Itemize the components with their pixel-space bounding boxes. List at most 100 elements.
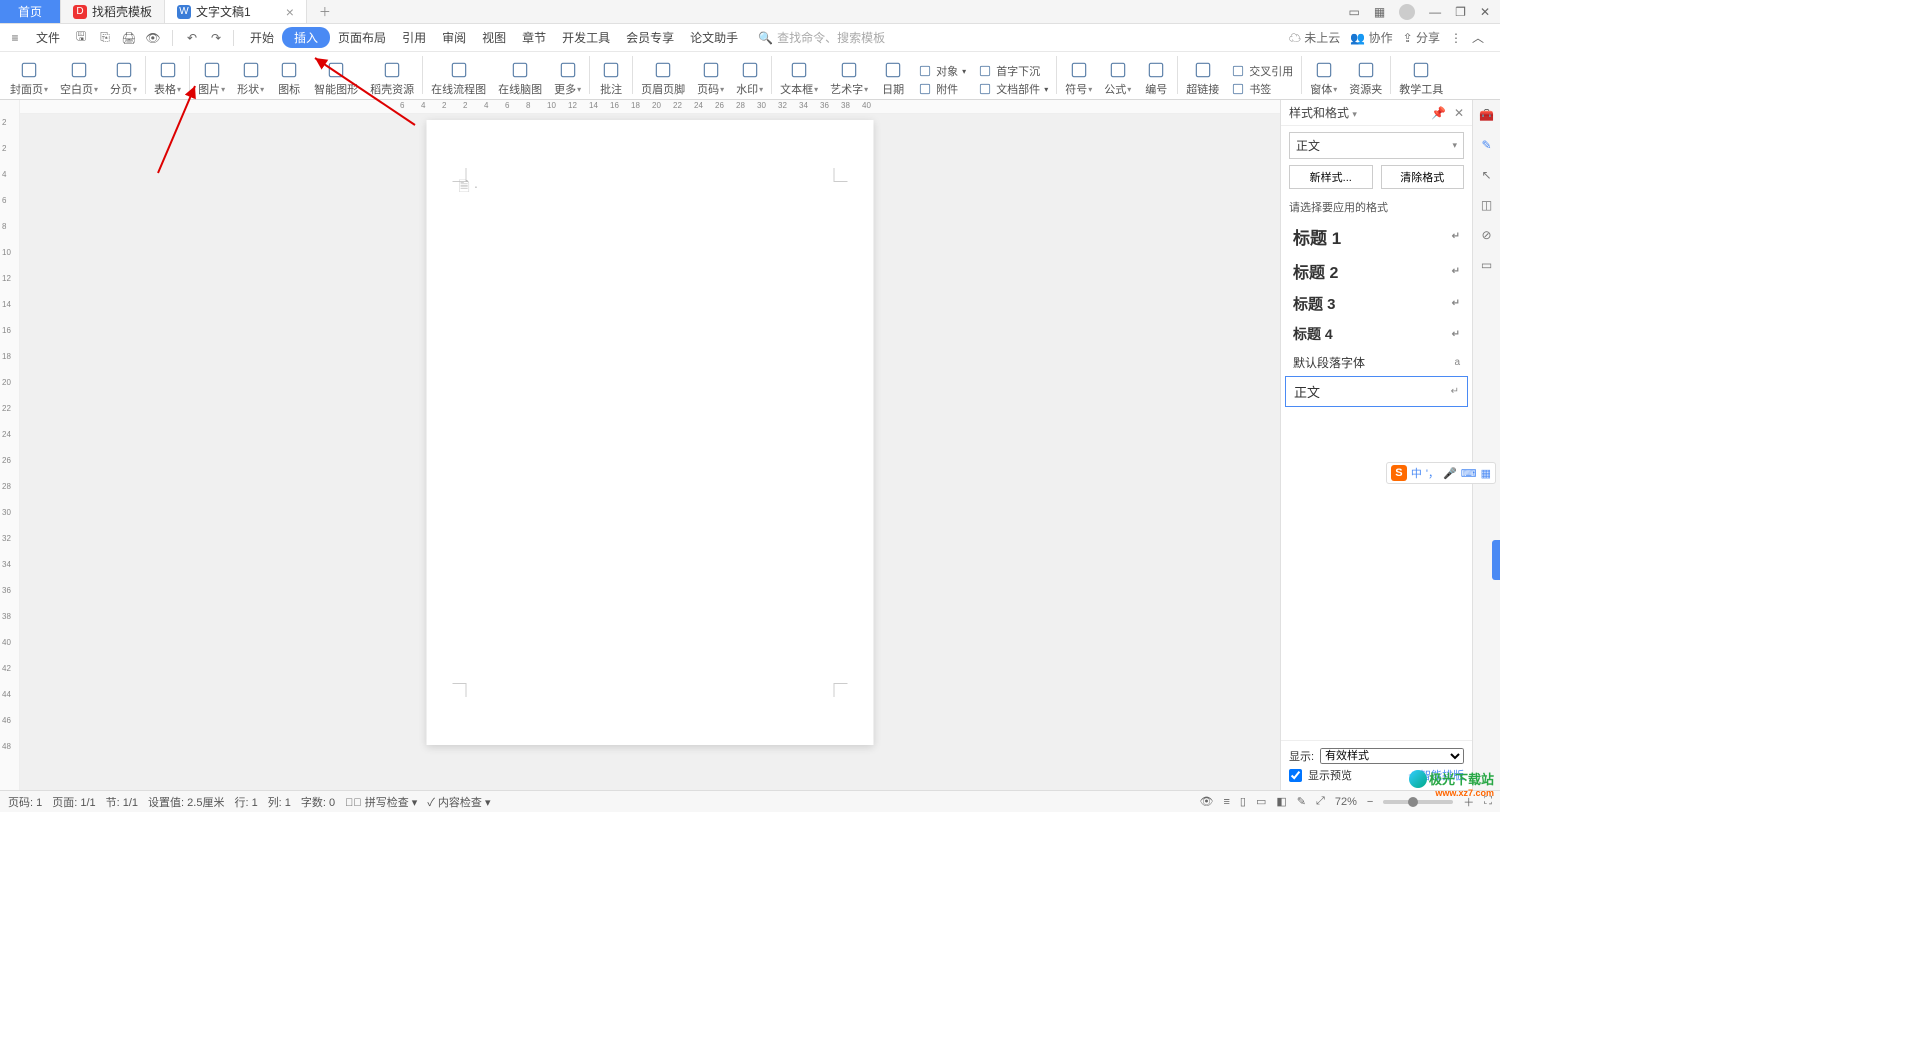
menu-引用[interactable]: 引用: [394, 27, 434, 48]
view-page-icon[interactable]: ▯: [1240, 795, 1246, 808]
ribbon-页码[interactable]: 页码▾: [691, 59, 730, 97]
user-avatar[interactable]: [1399, 4, 1415, 20]
ime-keyboard-icon[interactable]: ⌨: [1461, 467, 1477, 480]
ribbon-文本框[interactable]: 文本框▾: [774, 59, 824, 97]
zoom-slider[interactable]: [1383, 800, 1453, 804]
undo-icon[interactable]: ↶: [183, 31, 201, 45]
ribbon-智能图形[interactable]: 智能图形: [308, 59, 364, 97]
ribbon-页眉页脚[interactable]: 页眉页脚: [635, 59, 691, 97]
eye-icon[interactable]: 👁: [1200, 795, 1214, 808]
shapes-icon[interactable]: ◫: [1481, 198, 1492, 212]
ribbon-艺术字[interactable]: 艺术字▾: [824, 59, 874, 97]
ribbon-水印[interactable]: 水印▾: [730, 59, 769, 97]
export-icon[interactable]: ⎘: [96, 30, 114, 45]
menu-页面布局[interactable]: 页面布局: [330, 27, 394, 48]
command-search[interactable]: 🔍 查找命令、搜索模板: [758, 29, 885, 46]
ribbon-附件[interactable]: 附件: [918, 81, 966, 97]
close-tab-icon[interactable]: ×: [286, 4, 294, 20]
status-indent[interactable]: 设置值: 2.5厘米: [148, 794, 224, 810]
current-style-select[interactable]: 正文▾: [1289, 132, 1464, 159]
menu-论文助手[interactable]: 论文助手: [682, 27, 746, 48]
ribbon-稻壳资源[interactable]: 稻壳资源: [364, 59, 420, 97]
style-默认段落字体[interactable]: 默认段落字体a: [1285, 349, 1468, 376]
ime-toolbar[interactable]: S 中 '， 🎤 ⌨ ▦: [1386, 462, 1496, 484]
minimize-icon[interactable]: —: [1429, 5, 1441, 19]
zoom-fit-icon[interactable]: ⤢: [1316, 795, 1325, 808]
menu-审阅[interactable]: 审阅: [434, 27, 474, 48]
ribbon-表格[interactable]: 表格▾: [148, 59, 187, 97]
ime-mic-icon[interactable]: 🎤: [1443, 467, 1457, 480]
style-标题 2[interactable]: 标题 2↵: [1285, 254, 1468, 288]
menu-开发工具[interactable]: 开发工具: [554, 27, 618, 48]
ribbon-在线脑图[interactable]: 在线脑图: [492, 59, 548, 97]
more-icon[interactable]: ⋮: [1450, 31, 1462, 45]
preview-icon[interactable]: 👁: [144, 31, 162, 45]
ime-punct[interactable]: '，: [1426, 465, 1439, 481]
menu-章节[interactable]: 章节: [514, 27, 554, 48]
side-tab-handle[interactable]: [1492, 540, 1500, 580]
ribbon-教学工具[interactable]: 教学工具: [1393, 59, 1449, 97]
zoom-out-icon[interactable]: −: [1367, 796, 1373, 808]
zoom-value[interactable]: 72%: [1335, 796, 1357, 808]
reading-icon[interactable]: ▭: [1481, 258, 1492, 272]
document-area[interactable]: 642246810121416182022242628303234363840 …: [20, 100, 1280, 790]
redo-icon[interactable]: ↷: [207, 31, 225, 45]
ribbon-文档部件[interactable]: 文档部件 ▾: [978, 81, 1048, 97]
ribbon-批注[interactable]: 批注: [592, 59, 630, 97]
view-book-icon[interactable]: ▭: [1256, 795, 1266, 808]
menu-视图[interactable]: 视图: [474, 27, 514, 48]
status-col[interactable]: 列: 1: [268, 794, 291, 810]
menu-开始[interactable]: 开始: [242, 27, 282, 48]
ribbon-窗体[interactable]: 窗体▾: [1304, 59, 1343, 97]
close-panel-icon[interactable]: ✕: [1454, 106, 1464, 120]
ime-grid-icon[interactable]: ▦: [1481, 467, 1491, 480]
ribbon-图片[interactable]: 图片▾: [192, 59, 231, 97]
hamburger-icon[interactable]: ≡: [6, 31, 24, 45]
style-标题 3[interactable]: 标题 3↵: [1285, 288, 1468, 319]
menu-会员专享[interactable]: 会员专享: [618, 27, 682, 48]
share-button[interactable]: ⇪ 分享: [1403, 29, 1440, 46]
grid-icon[interactable]: ▦: [1374, 5, 1385, 19]
ribbon-形状[interactable]: 形状▾: [231, 59, 270, 97]
status-page[interactable]: 页面: 1/1: [52, 794, 95, 810]
style-标题 4[interactable]: 标题 4↵: [1285, 319, 1468, 349]
clear-format-button[interactable]: 清除格式: [1381, 165, 1465, 189]
style-标题 1[interactable]: 标题 1↵: [1285, 219, 1468, 254]
new-style-button[interactable]: 新样式...: [1289, 165, 1373, 189]
status-chars[interactable]: 字数: 0: [301, 794, 335, 810]
close-window-icon[interactable]: ✕: [1480, 5, 1490, 19]
menu-file[interactable]: 文件: [28, 27, 68, 48]
status-page-no[interactable]: 页码: 1: [8, 794, 42, 810]
ribbon-在线流程图[interactable]: 在线流程图: [425, 59, 492, 97]
ribbon-对象[interactable]: 对象 ▾: [918, 63, 966, 79]
ribbon-资源夹[interactable]: 资源夹: [1343, 59, 1388, 97]
pen-icon[interactable]: ✎: [1297, 795, 1306, 808]
tab-templates[interactable]: D 找稻壳模板: [61, 0, 165, 23]
ribbon-书签[interactable]: 书签: [1231, 81, 1293, 97]
view-layout-icon[interactable]: ≡: [1224, 796, 1230, 808]
print-icon[interactable]: 🖨: [120, 31, 138, 45]
content-check[interactable]: ✓ 内容检查 ▾: [427, 794, 490, 810]
spell-check[interactable]: �⃝ 拼写检查 ▾: [345, 794, 417, 810]
style-正文[interactable]: 正文↵: [1285, 376, 1468, 407]
save-icon[interactable]: 🖫: [72, 27, 90, 48]
ribbon-超链接[interactable]: 超链接: [1180, 59, 1225, 97]
status-section[interactable]: 节: 1/1: [106, 794, 138, 810]
ime-lang[interactable]: 中: [1411, 465, 1422, 481]
show-filter-select[interactable]: 有效样式: [1320, 748, 1464, 764]
new-tab-button[interactable]: ＋: [307, 0, 343, 23]
ribbon-交叉引用[interactable]: 交叉引用: [1231, 63, 1293, 79]
layout-icon[interactable]: ▭: [1348, 5, 1359, 19]
cloud-status[interactable]: ☁ 未上云: [1289, 29, 1340, 46]
maximize-icon[interactable]: ❐: [1455, 5, 1466, 19]
tab-home[interactable]: 首页: [0, 0, 61, 23]
ribbon-更多[interactable]: 更多▾: [548, 59, 587, 97]
preview-checkbox[interactable]: [1289, 769, 1302, 782]
status-row[interactable]: 行: 1: [234, 794, 257, 810]
ribbon-封面页[interactable]: 封面页▾: [4, 59, 54, 97]
ribbon-分页[interactable]: 分页▾: [104, 59, 143, 97]
ribbon-日期[interactable]: 日期: [874, 59, 912, 97]
pin-icon[interactable]: 📌: [1431, 106, 1446, 120]
view-outline-icon[interactable]: ◧: [1276, 795, 1286, 808]
styles-icon[interactable]: ✎: [1481, 138, 1491, 152]
